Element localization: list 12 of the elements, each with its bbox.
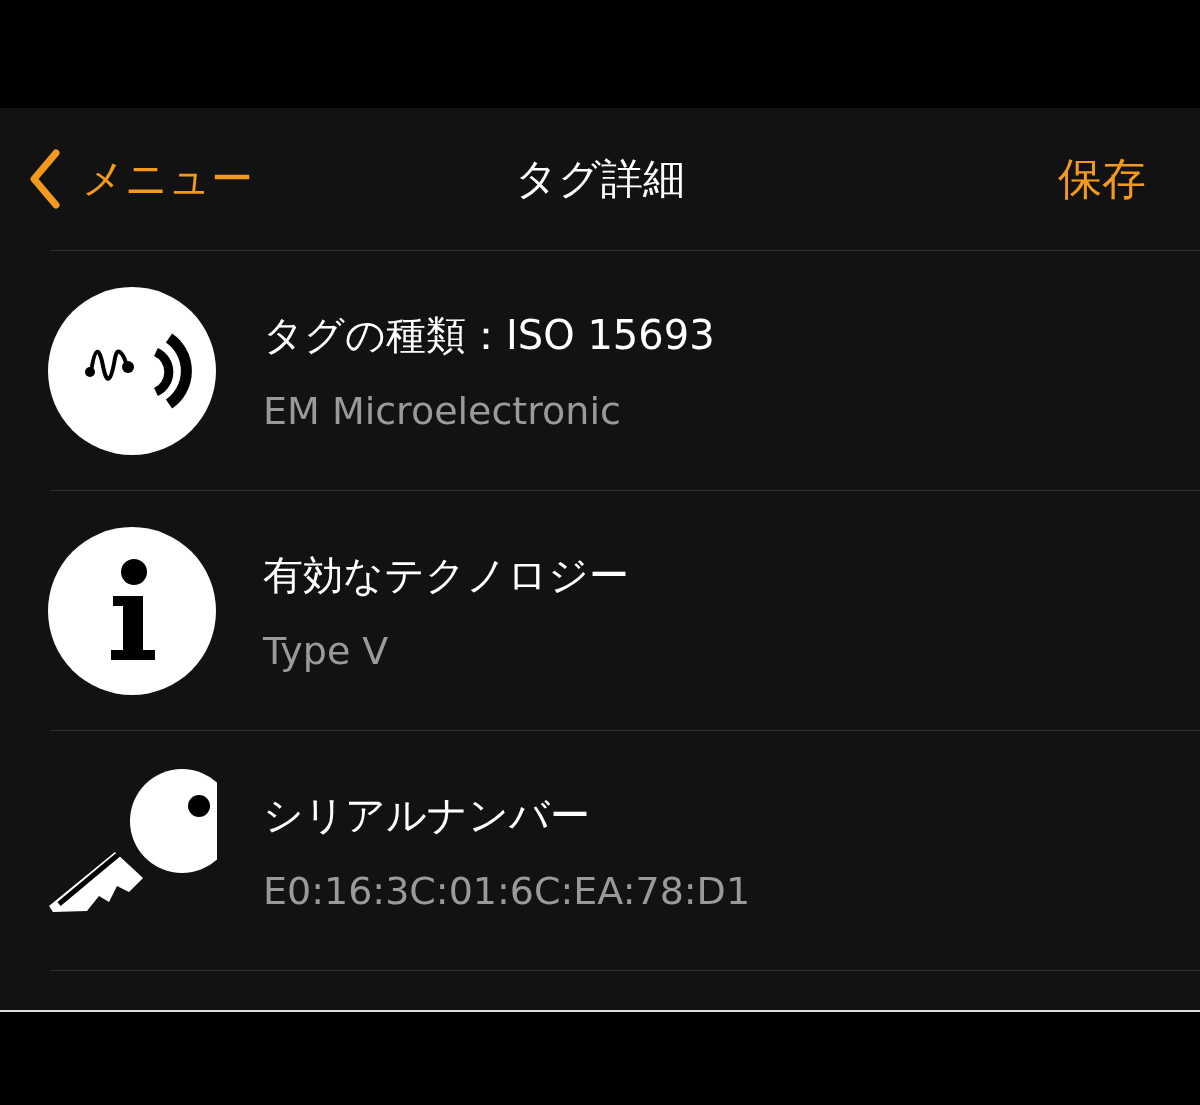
- row-title: 有効なテクノロジー: [263, 551, 629, 600]
- save-button[interactable]: 保存: [1058, 149, 1146, 209]
- nfc-signal-icon: [47, 285, 217, 456]
- row-value: E0:16:3C:01:6C:EA:78:D1: [263, 869, 751, 913]
- back-button[interactable]: メニュー: [28, 149, 253, 209]
- info-icon: [47, 525, 217, 696]
- screen-title: タグ詳細: [515, 154, 685, 203]
- chevron-left-icon: [28, 149, 62, 209]
- row-title: タグの種類：ISO 15693: [263, 311, 715, 360]
- row-value: EM Microelectronic: [263, 389, 622, 433]
- row-title: シリアルナンバー: [263, 791, 591, 840]
- row-value: Type V: [263, 629, 390, 673]
